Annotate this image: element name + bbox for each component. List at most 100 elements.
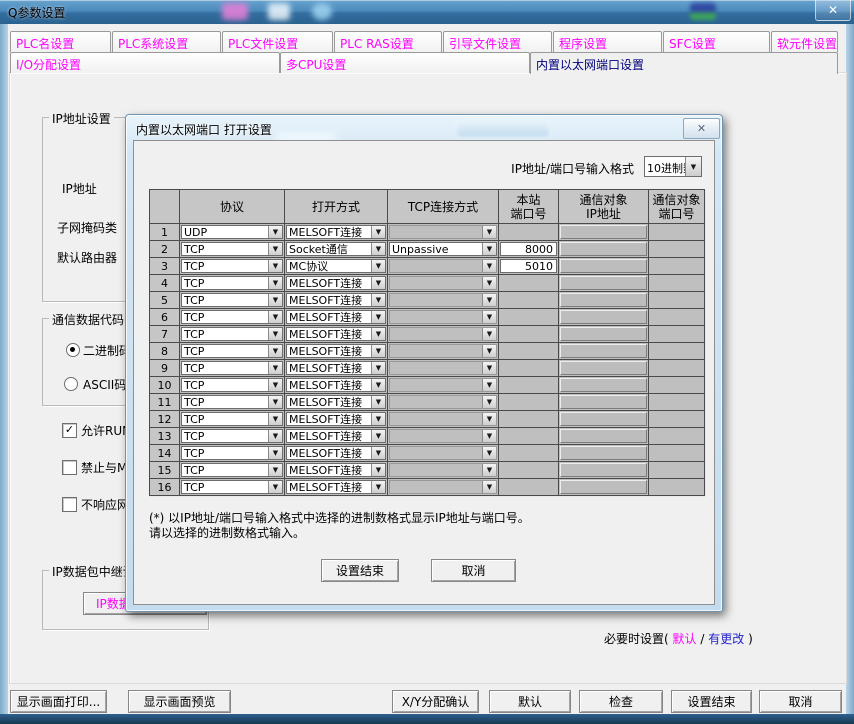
protocol-select[interactable]: TCP▼ — [181, 242, 283, 256]
tcp-mode-select[interactable]: ▼ — [389, 463, 497, 477]
protocol-select[interactable]: TCP▼ — [181, 276, 283, 290]
chevron-down-icon[interactable]: ▼ — [268, 260, 282, 272]
tcp-mode-select[interactable]: ▼ — [389, 344, 497, 358]
chevron-down-icon[interactable]: ▼ — [482, 413, 496, 425]
open-method-select[interactable]: MELSOFT连接▼ — [286, 225, 386, 239]
chevron-down-icon[interactable]: ▼ — [268, 294, 282, 306]
tab-item[interactable]: PLC RAS设置 — [334, 31, 442, 52]
open-method-select[interactable]: MELSOFT连接▼ — [286, 463, 386, 477]
footer-default-link[interactable]: 默认 — [673, 632, 697, 646]
peer-ip-field[interactable] — [560, 361, 647, 375]
display-screen-preview-button[interactable]: 显示画面预览 — [128, 690, 231, 713]
tcp-mode-select[interactable]: ▼ — [389, 395, 497, 409]
chevron-down-icon[interactable]: ▼ — [268, 413, 282, 425]
open-method-select[interactable]: Socket通信▼ — [286, 242, 386, 256]
cancel-button[interactable]: 取消 — [759, 690, 842, 713]
tcp-mode-select[interactable]: ▼ — [389, 412, 497, 426]
local-port-cell[interactable]: 8000 — [499, 241, 559, 258]
chevron-down-icon[interactable]: ▼ — [268, 481, 282, 493]
peer-ip-field[interactable] — [560, 242, 647, 256]
protocol-select[interactable]: TCP▼ — [181, 480, 283, 494]
peer-ip-field[interactable] — [560, 225, 647, 239]
display-screen-print-button[interactable]: 显示画面打印... — [10, 690, 107, 713]
chevron-down-icon[interactable]: ▼ — [482, 243, 496, 255]
chevron-down-icon[interactable]: ▼ — [268, 447, 282, 459]
open-method-select[interactable]: MELSOFT连接▼ — [286, 276, 386, 290]
peer-ip-field[interactable] — [560, 412, 647, 426]
open-method-select[interactable]: MELSOFT连接▼ — [286, 361, 386, 375]
chevron-down-icon[interactable]: ▼ — [268, 396, 282, 408]
protocol-select[interactable]: TCP▼ — [181, 361, 283, 375]
checkbox-item[interactable] — [62, 497, 77, 512]
protocol-select[interactable]: TCP▼ — [181, 344, 283, 358]
protocol-select[interactable]: TCP▼ — [181, 412, 283, 426]
open-method-select[interactable]: MELSOFT连接▼ — [286, 429, 386, 443]
chevron-down-icon[interactable]: ▼ — [482, 396, 496, 408]
protocol-select[interactable]: TCP▼ — [181, 259, 283, 273]
peer-ip-field[interactable] — [560, 395, 647, 409]
chevron-down-icon[interactable]: ▼ — [268, 311, 282, 323]
chevron-down-icon[interactable]: ▼ — [371, 464, 385, 476]
tab-item[interactable]: PLC文件设置 — [222, 31, 333, 52]
peer-ip-field[interactable] — [560, 446, 647, 460]
protocol-select[interactable]: TCP▼ — [181, 429, 283, 443]
window-close-button[interactable]: ✕ — [815, 0, 851, 21]
chevron-down-icon[interactable]: ▼ — [371, 243, 385, 255]
tcp-mode-select[interactable]: ▼ — [389, 225, 497, 239]
open-method-select[interactable]: MELSOFT连接▼ — [286, 310, 386, 324]
chevron-down-icon[interactable]: ▼ — [268, 328, 282, 340]
chevron-down-icon[interactable]: ▼ — [482, 226, 496, 238]
chevron-down-icon[interactable]: ▼ — [371, 481, 385, 493]
tcp-mode-select[interactable]: ▼ — [389, 361, 497, 375]
chevron-down-icon[interactable]: ▼ — [371, 413, 385, 425]
tab-item[interactable]: 程序设置 — [553, 31, 662, 52]
chevron-down-icon[interactable]: ▼ — [268, 379, 282, 391]
radio-ascii-code[interactable] — [64, 377, 78, 391]
tab-item[interactable]: I/O分配设置 — [10, 52, 280, 73]
open-method-select[interactable]: MELSOFT连接▼ — [286, 446, 386, 460]
protocol-select[interactable]: UDP▼ — [181, 225, 283, 239]
chevron-down-icon[interactable]: ▼ — [482, 260, 496, 272]
open-method-select[interactable]: MELSOFT连接▼ — [286, 378, 386, 392]
tcp-mode-select[interactable]: Unpassive▼ — [389, 242, 497, 256]
chevron-down-icon[interactable]: ▼ — [371, 379, 385, 391]
tcp-mode-select[interactable]: ▼ — [389, 310, 497, 324]
chevron-down-icon[interactable]: ▼ — [482, 481, 496, 493]
chevron-down-icon[interactable]: ▼ — [371, 294, 385, 306]
peer-ip-field[interactable] — [560, 378, 647, 392]
tcp-mode-select[interactable]: ▼ — [389, 327, 497, 341]
chevron-down-icon[interactable]: ▼ — [268, 226, 282, 238]
tcp-mode-select[interactable]: ▼ — [389, 480, 497, 494]
chevron-down-icon[interactable]: ▼ — [482, 328, 496, 340]
tab-item[interactable]: 软元件设置 — [771, 31, 838, 52]
tcp-mode-select[interactable]: ▼ — [389, 276, 497, 290]
protocol-select[interactable]: TCP▼ — [181, 293, 283, 307]
tab-item[interactable]: 多CPU设置 — [280, 52, 530, 73]
chevron-down-icon[interactable]: ▼ — [371, 328, 385, 340]
tab-built-in-ethernet-port-selected[interactable]: 内置以太网端口设置 — [530, 52, 838, 74]
peer-ip-field[interactable] — [560, 429, 647, 443]
open-method-select[interactable]: MC协议▼ — [286, 259, 386, 273]
chevron-down-icon[interactable]: ▼ — [482, 311, 496, 323]
peer-ip-field[interactable] — [560, 276, 647, 290]
tab-item[interactable]: PLC系统设置 — [112, 31, 221, 52]
open-method-select[interactable]: MELSOFT连接▼ — [286, 395, 386, 409]
chevron-down-icon[interactable]: ▼ — [685, 157, 701, 176]
chevron-down-icon[interactable]: ▼ — [371, 277, 385, 289]
checkbox-item[interactable] — [62, 460, 77, 475]
chevron-down-icon[interactable]: ▼ — [268, 345, 282, 357]
chevron-down-icon[interactable]: ▼ — [482, 430, 496, 442]
peer-ip-field[interactable] — [560, 480, 647, 494]
footer-changed-link[interactable]: 有更改 — [708, 632, 744, 646]
tcp-mode-select[interactable]: ▼ — [389, 429, 497, 443]
chevron-down-icon[interactable]: ▼ — [268, 243, 282, 255]
chevron-down-icon[interactable]: ▼ — [268, 464, 282, 476]
chevron-down-icon[interactable]: ▼ — [371, 226, 385, 238]
chevron-down-icon[interactable]: ▼ — [482, 464, 496, 476]
local-port-value[interactable]: 5010 — [500, 259, 557, 273]
dialog-ok-button[interactable]: 设置结束 — [321, 559, 399, 582]
protocol-select[interactable]: TCP▼ — [181, 446, 283, 460]
checkbox-item[interactable]: ✓ — [62, 423, 77, 438]
chevron-down-icon[interactable]: ▼ — [268, 362, 282, 374]
local-port-cell[interactable]: 5010 — [499, 258, 559, 275]
